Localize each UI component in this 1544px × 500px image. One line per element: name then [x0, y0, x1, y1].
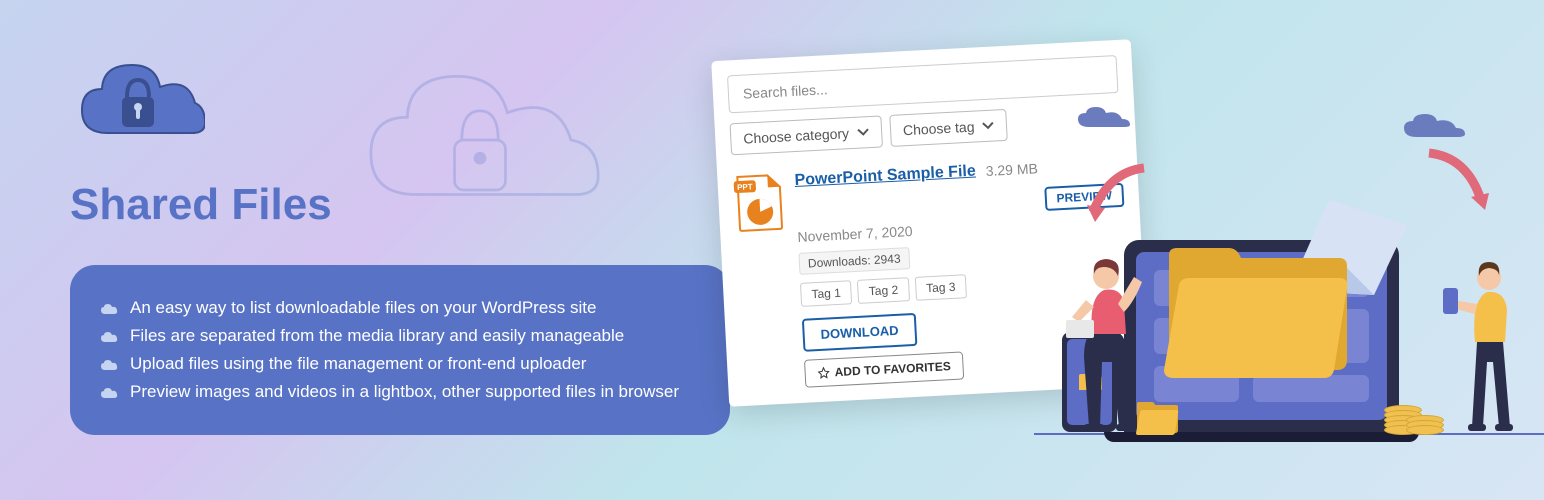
cloud-bullet-icon	[100, 358, 118, 371]
logo-cloud-lock-icon	[70, 45, 205, 155]
cloud-bullet-icon	[100, 302, 118, 315]
background-cloud-icon	[330, 40, 630, 240]
feature-item: Upload files using the file management o…	[100, 354, 700, 374]
star-icon	[817, 366, 830, 379]
feature-item: An easy way to list downloadable files o…	[100, 298, 700, 318]
feature-text: Preview images and videos in a lightbox,…	[130, 382, 679, 402]
chevron-down-icon	[982, 121, 994, 130]
coins-illustration	[1384, 390, 1444, 435]
category-select[interactable]: Choose category	[730, 115, 883, 155]
tag-chip[interactable]: Tag 1	[800, 280, 853, 307]
svg-text:PPT: PPT	[737, 182, 753, 192]
features-box: An easy way to list downloadable files o…	[70, 265, 730, 435]
cloud-bullet-icon	[100, 330, 118, 343]
person-left-illustration	[1054, 232, 1174, 432]
feature-text: Files are separated from the media libra…	[130, 326, 624, 346]
folder-icon	[1159, 240, 1349, 380]
download-count: Downloads: 2943	[798, 247, 910, 275]
tag-chip[interactable]: Tag 2	[857, 277, 910, 304]
tag-select[interactable]: Choose tag	[889, 109, 1008, 147]
feature-text: Upload files using the file management o…	[130, 354, 586, 374]
tag-chip[interactable]: Tag 3	[915, 274, 968, 301]
category-label: Choose category	[743, 125, 850, 147]
illustration	[994, 100, 1524, 470]
feature-item: Files are separated from the media libra…	[100, 326, 700, 346]
add-favorites-label: ADD TO FAVORITES	[834, 359, 951, 379]
chevron-down-icon	[857, 128, 869, 137]
tag-label: Choose tag	[903, 119, 975, 139]
cloud-bullet-icon	[100, 386, 118, 399]
person-right-illustration	[1439, 232, 1539, 432]
feature-item: Preview images and videos in a lightbox,…	[100, 382, 700, 402]
page-title: Shared Files	[70, 180, 332, 230]
feature-text: An easy way to list downloadable files o…	[130, 298, 596, 318]
ppt-file-icon: PPT	[732, 173, 785, 234]
add-favorites-button[interactable]: ADD TO FAVORITES	[804, 351, 964, 387]
file-name-link[interactable]: PowerPoint Sample File	[794, 163, 976, 190]
